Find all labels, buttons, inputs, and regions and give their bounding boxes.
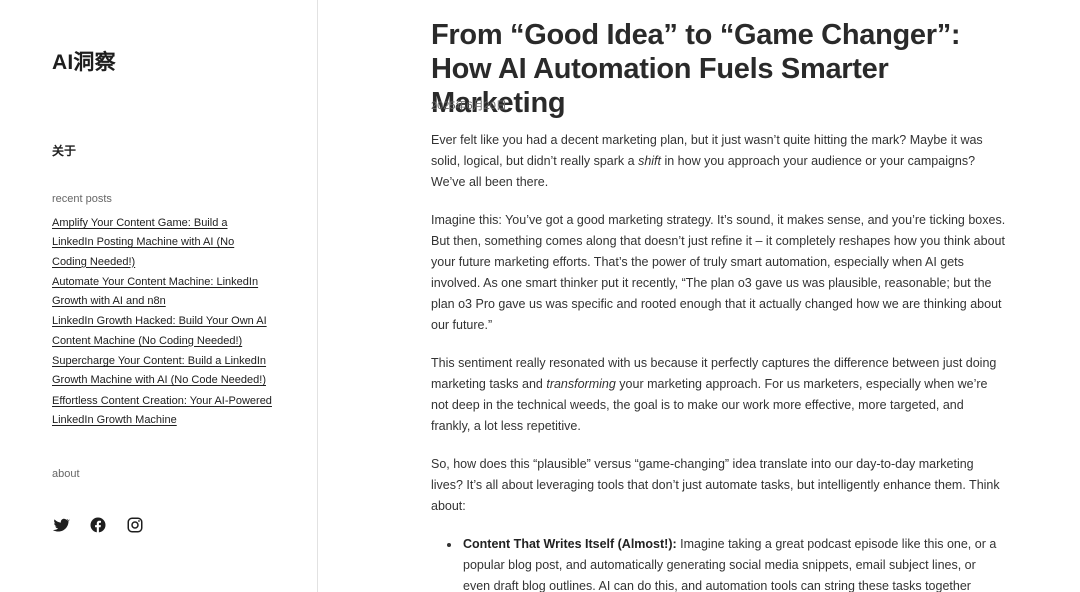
recent-post-link[interactable]: Amplify Your Content Game: Build a Linke… — [52, 217, 234, 268]
instagram-icon[interactable] — [126, 516, 144, 534]
facebook-icon[interactable] — [89, 516, 107, 534]
social-links — [52, 516, 144, 534]
recent-post-link[interactable]: Effortless Content Creation: Your AI-Pow… — [52, 395, 272, 426]
recent-post-link[interactable]: Supercharge Your Content: Build a Linked… — [52, 355, 266, 386]
recent-posts-list: Amplify Your Content Game: Build a Linke… — [52, 213, 272, 430]
recent-posts-heading: recent posts — [52, 193, 112, 205]
sidebar: AI洞察 关于 recent posts Amplify Your Conten… — [0, 0, 318, 592]
twitter-icon[interactable] — [52, 516, 70, 534]
nav-about-link[interactable]: 关于 — [52, 142, 76, 159]
about-heading: about — [52, 468, 80, 480]
paragraph: So, how does this “plausible” versus “ga… — [431, 457, 1000, 513]
recent-post-link[interactable]: LinkedIn Growth Hacked: Build Your Own A… — [52, 315, 267, 346]
post-title: From “Good Idea” to “Game Changer”: How … — [431, 19, 961, 119]
list-item: Amplify Your Content Game: Build a Linke… — [52, 213, 272, 271]
bullet-list: Content That Writes Itself (Almost!): Im… — [447, 534, 1006, 592]
list-item: Supercharge Your Content: Build a Linked… — [52, 351, 272, 390]
emphasis: shift — [638, 154, 661, 168]
paragraph: Ever felt like you had a decent marketin… — [431, 130, 1006, 193]
emphasis: transforming — [546, 377, 616, 391]
post-date[interactable]: 2025年6月20日 — [431, 97, 507, 113]
post-body: Ever felt like you had a decent marketin… — [431, 130, 1006, 592]
list-item: Content That Writes Itself (Almost!): Im… — [447, 534, 1006, 592]
recent-post-link[interactable]: Automate Your Content Machine: LinkedIn … — [52, 276, 258, 307]
bullet-heading: Content That Writes Itself (Almost!): — [463, 537, 677, 551]
paragraph: This sentiment really resonated with us … — [431, 353, 1006, 437]
list-item: LinkedIn Growth Hacked: Build Your Own A… — [52, 311, 272, 350]
list-item: Automate Your Content Machine: LinkedIn … — [52, 272, 272, 311]
list-item: Effortless Content Creation: Your AI-Pow… — [52, 391, 272, 430]
site-title[interactable]: AI洞察 — [52, 46, 116, 76]
paragraph: Imagine this: You’ve got a good marketin… — [431, 213, 1006, 332]
post-content: From “Good Idea” to “Game Changer”: How … — [431, 0, 1011, 592]
